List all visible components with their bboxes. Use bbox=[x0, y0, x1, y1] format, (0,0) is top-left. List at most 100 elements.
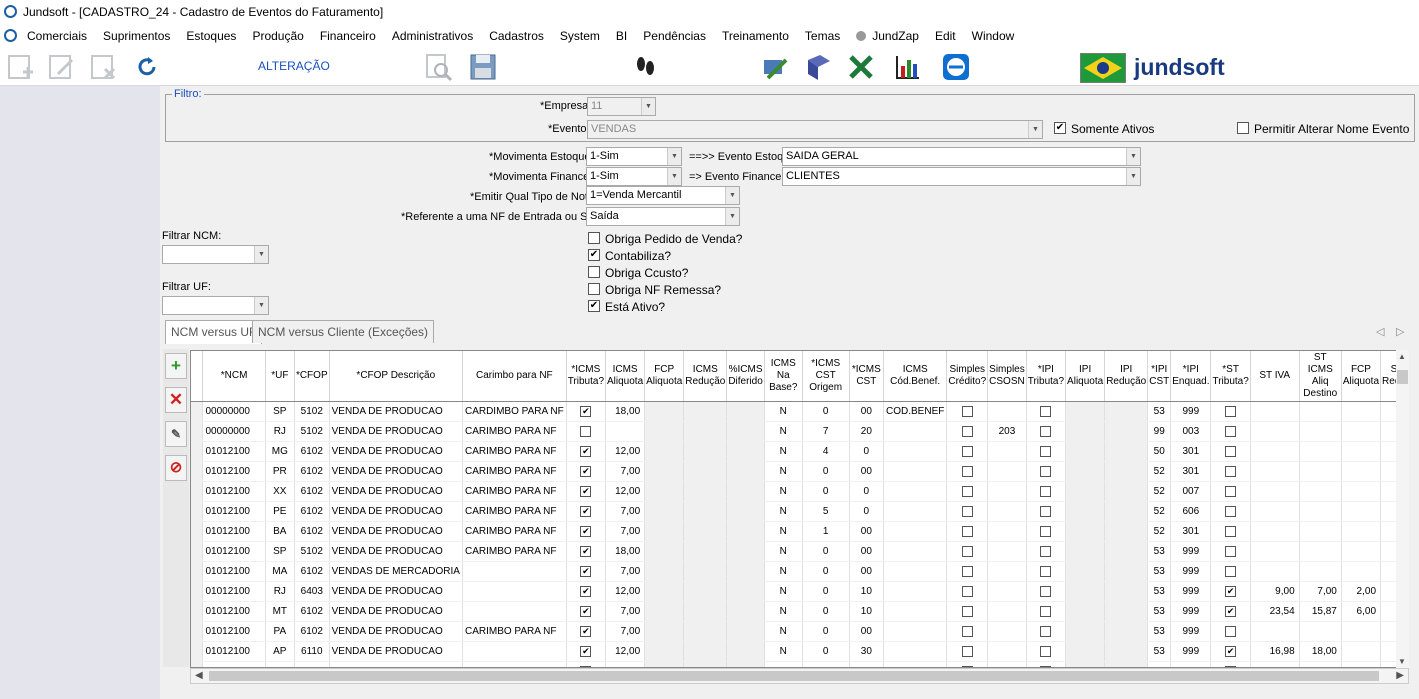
table-cell[interactable] bbox=[462, 581, 567, 602]
table-cell[interactable] bbox=[1210, 621, 1251, 642]
table-cell[interactable] bbox=[1250, 461, 1300, 482]
table-cell[interactable] bbox=[683, 641, 728, 662]
table-cell[interactable]: 6102 bbox=[294, 441, 330, 462]
cell-checkbox[interactable] bbox=[1225, 645, 1237, 657]
cell-checkbox[interactable] bbox=[1225, 605, 1237, 617]
table-cell[interactable]: 01012100 bbox=[202, 481, 266, 502]
table-cell[interactable]: 999 bbox=[1170, 641, 1212, 662]
table-cell[interactable] bbox=[644, 441, 685, 462]
table-cell[interactable]: 00 bbox=[849, 541, 885, 562]
table-cell[interactable] bbox=[726, 601, 765, 622]
table-cell[interactable] bbox=[987, 621, 1027, 642]
table-cell[interactable] bbox=[1065, 421, 1106, 442]
row-indicator[interactable] bbox=[191, 461, 204, 482]
menu-estoques[interactable]: Estoques bbox=[186, 29, 236, 43]
table-cell[interactable] bbox=[1065, 501, 1106, 522]
table-cell[interactable] bbox=[726, 521, 765, 542]
table-cell[interactable]: 007 bbox=[1170, 481, 1212, 502]
table-cell[interactable] bbox=[1026, 601, 1067, 622]
column-header[interactable]: IPI Aliquota bbox=[1065, 351, 1106, 402]
table-cell[interactable]: 0 bbox=[849, 481, 885, 502]
table-cell[interactable]: 00000000 bbox=[202, 421, 266, 442]
table-cell[interactable] bbox=[1210, 481, 1251, 502]
cell-checkbox[interactable] bbox=[580, 645, 592, 657]
table-cell[interactable]: 0 bbox=[849, 501, 885, 522]
movimenta-estoque-select[interactable]: 1-Sim ▼ bbox=[586, 147, 682, 166]
table-cell[interactable]: MT bbox=[265, 601, 295, 622]
table-cell[interactable] bbox=[462, 601, 567, 622]
table-cell[interactable]: 12,00 bbox=[605, 441, 646, 462]
column-header[interactable]: Carimbo para NF bbox=[462, 351, 567, 402]
table-cell[interactable] bbox=[683, 481, 728, 502]
table-cell[interactable]: N bbox=[764, 541, 803, 562]
evento-estoque-select[interactable]: SAIDA GERAL ▼ bbox=[782, 147, 1141, 166]
column-header[interactable]: *IPI Enquad. bbox=[1170, 351, 1212, 402]
cell-checkbox[interactable] bbox=[1040, 605, 1052, 617]
app-menu-icon[interactable] bbox=[4, 29, 17, 42]
table-cell[interactable]: VENDA DE PRODUCAO bbox=[329, 641, 463, 662]
table-cell[interactable] bbox=[1210, 401, 1251, 422]
permitir-alterar-checkbox[interactable] bbox=[1237, 122, 1249, 134]
table-cell[interactable] bbox=[644, 501, 685, 522]
table-cell[interactable]: 7,00 bbox=[605, 601, 646, 622]
table-cell[interactable]: CARIMBO PARA NF bbox=[462, 621, 567, 642]
table-row[interactable]: 01012100MT6102VENDA DE PRODUCAO 7,00 N010 5… bbox=[191, 601, 1408, 622]
table-cell[interactable] bbox=[1210, 641, 1251, 662]
table-cell[interactable] bbox=[883, 601, 948, 622]
table-cell[interactable] bbox=[883, 421, 948, 442]
menu-suprimentos[interactable]: Suprimentos bbox=[103, 29, 170, 43]
table-cell[interactable] bbox=[1210, 521, 1251, 542]
cell-checkbox[interactable] bbox=[1040, 625, 1052, 637]
table-cell[interactable] bbox=[1026, 521, 1067, 542]
column-header[interactable]: ICMS Redução bbox=[683, 351, 728, 402]
row-indicator[interactable] bbox=[191, 481, 204, 502]
table-cell[interactable]: 16,98 bbox=[1250, 641, 1300, 662]
cell-checkbox[interactable] bbox=[1225, 525, 1237, 537]
table-cell[interactable]: 7,00 bbox=[605, 501, 646, 522]
cell-checkbox[interactable] bbox=[961, 505, 973, 517]
obriga-nf-remessa-checkbox[interactable] bbox=[588, 283, 600, 295]
cell-checkbox[interactable] bbox=[1040, 645, 1052, 657]
refresh-icon[interactable] bbox=[132, 52, 162, 82]
column-header[interactable]: IPI Redução bbox=[1104, 351, 1149, 402]
cell-checkbox[interactable] bbox=[580, 565, 592, 577]
table-cell[interactable] bbox=[946, 521, 989, 542]
table-cell[interactable] bbox=[1210, 561, 1251, 582]
table-cell[interactable] bbox=[883, 461, 948, 482]
table-cell[interactable] bbox=[644, 581, 685, 602]
column-header[interactable]: ST IVA bbox=[1250, 351, 1300, 402]
filtrar-uf-select[interactable]: ▼ bbox=[162, 296, 269, 315]
table-cell[interactable]: N bbox=[764, 601, 803, 622]
table-cell[interactable] bbox=[644, 641, 685, 662]
table-cell[interactable] bbox=[1299, 401, 1342, 422]
table-cell[interactable]: PR bbox=[265, 461, 295, 482]
table-cell[interactable] bbox=[1104, 541, 1149, 562]
table-cell[interactable]: 5102 bbox=[294, 421, 330, 442]
table-cell[interactable] bbox=[683, 581, 728, 602]
table-cell[interactable] bbox=[683, 441, 728, 462]
table-cell[interactable] bbox=[946, 561, 989, 582]
table-cell[interactable]: N bbox=[764, 561, 803, 582]
table-cell[interactable]: 10 bbox=[849, 601, 885, 622]
table-cell[interactable] bbox=[566, 421, 607, 442]
scroll-right-icon[interactable]: ▶ bbox=[1396, 670, 1404, 681]
row-indicator[interactable] bbox=[191, 521, 204, 542]
table-cell[interactable] bbox=[566, 461, 607, 482]
table-cell[interactable] bbox=[726, 641, 765, 662]
table-cell[interactable] bbox=[883, 501, 948, 522]
table-cell[interactable] bbox=[883, 561, 948, 582]
table-cell[interactable] bbox=[1104, 641, 1149, 662]
table-cell[interactable] bbox=[1065, 641, 1106, 662]
table-cell[interactable] bbox=[987, 461, 1027, 482]
cell-checkbox[interactable] bbox=[580, 625, 592, 637]
table-cell[interactable]: 20 bbox=[849, 421, 885, 442]
table-cell[interactable]: VENDA DE PRODUCAO bbox=[329, 621, 463, 642]
tools-icon[interactable] bbox=[760, 52, 790, 82]
table-cell[interactable]: 0 bbox=[802, 641, 850, 662]
column-header[interactable]: FCP Aliquota bbox=[644, 351, 685, 402]
table-cell[interactable]: 9,00 bbox=[1250, 581, 1300, 602]
row-indicator[interactable] bbox=[191, 501, 204, 522]
cell-checkbox[interactable] bbox=[1225, 485, 1237, 497]
table-row[interactable]: 00000000 SP 5102 VENDA DE PRODUCAO CARDIMBO … bbox=[191, 401, 1408, 422]
column-header[interactable]: FCP Aliquota bbox=[1341, 351, 1382, 402]
